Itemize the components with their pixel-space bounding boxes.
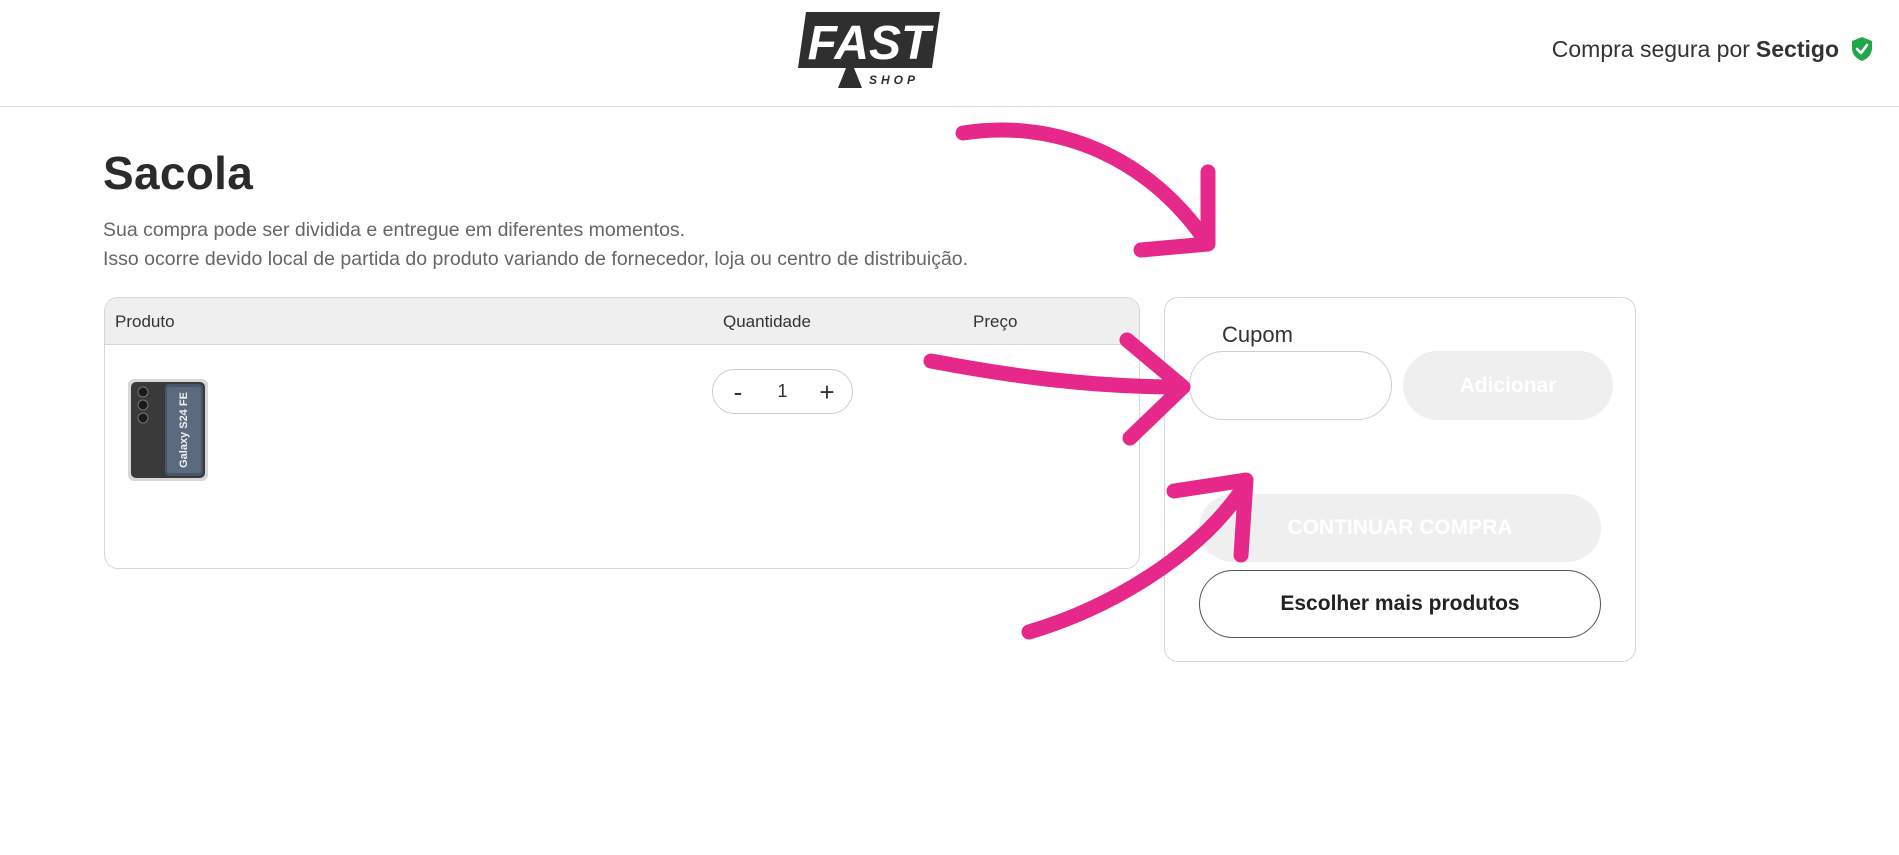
- site-header: FAST SHOP Compra segura por Sectigo: [0, 0, 1899, 107]
- arrow-annotation: [955, 122, 1216, 258]
- decrement-button[interactable]: -: [727, 379, 749, 405]
- quantity-stepper: - 1 +: [712, 369, 853, 414]
- delivery-notice-line2: Isso ocorre devido local de partida do p…: [103, 248, 969, 270]
- column-price: Preço: [973, 312, 1018, 331]
- choose-more-products-button[interactable]: Escolher mais produtos: [1199, 570, 1601, 638]
- column-product: Produto: [115, 312, 175, 331]
- coupon-input[interactable]: [1189, 351, 1392, 420]
- continue-purchase-button[interactable]: CONTINUAR COMPRA: [1199, 494, 1601, 562]
- page-title: Sacola: [103, 147, 254, 199]
- cart-table-header: Produto Quantidade Preço: [105, 298, 1139, 345]
- quantity-value: 1: [777, 381, 788, 401]
- fast-shop-logo[interactable]: FAST SHOP: [798, 12, 940, 88]
- secure-prefix: Compra segura por: [1551, 35, 1750, 62]
- column-quantity: Quantidade: [723, 312, 811, 331]
- increment-button[interactable]: +: [816, 379, 838, 405]
- delivery-notice-line1: Sua compra pode ser dividida e entregue …: [103, 219, 686, 241]
- cart-table: Produto Quantidade Preço Galaxy S24 FE -…: [104, 297, 1140, 569]
- order-summary-panel: Cupom Adicionar CONTINUAR COMPRA Escolhe…: [1164, 297, 1636, 662]
- logo-subtext: SHOP: [869, 73, 919, 87]
- shield-check-icon: [1852, 37, 1872, 61]
- product-image[interactable]: Galaxy S24 FE: [127, 378, 209, 482]
- secure-brand: Sectigo: [1755, 35, 1839, 62]
- logo-text: FAST: [808, 17, 934, 70]
- coupon-label: Cupom: [1222, 322, 1293, 347]
- product-image-label: Galaxy S24 FE: [178, 392, 190, 468]
- secure-purchase-badge: Compra segura por Sectigo: [1552, 36, 1873, 62]
- add-coupon-button[interactable]: Adicionar: [1403, 351, 1613, 420]
